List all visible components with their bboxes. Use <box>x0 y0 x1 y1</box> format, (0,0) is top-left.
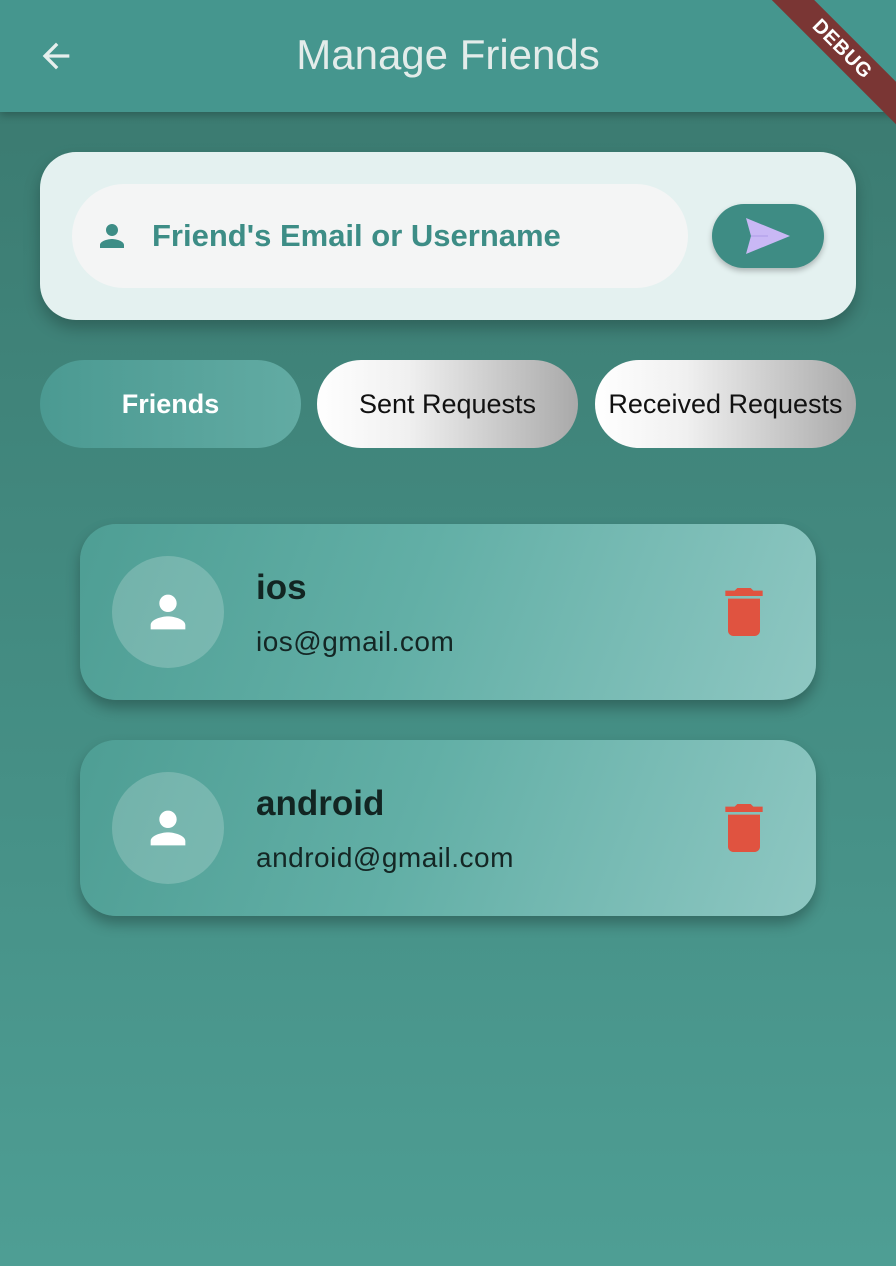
send-request-button[interactable] <box>712 204 824 268</box>
friend-search-input[interactable] <box>152 218 652 254</box>
page-title: Manage Friends <box>296 31 600 78</box>
tab-friends[interactable]: Friends <box>40 360 301 448</box>
trash-icon <box>725 588 763 636</box>
tab-received-requests[interactable]: Received Requests <box>595 360 856 448</box>
person-icon <box>150 594 186 630</box>
friend-name: ios <box>256 568 307 607</box>
tab-sent-requests[interactable]: Sent Requests <box>317 360 578 448</box>
delete-friend-button[interactable] <box>716 798 772 858</box>
tab-received-requests-label: Received Requests <box>608 388 843 419</box>
friend-email: android@gmail.com <box>256 842 514 873</box>
friend-list-item[interactable]: ios ios@gmail.com <box>80 524 816 700</box>
delete-friend-button[interactable] <box>716 582 772 642</box>
tab-sent-requests-label: Sent Requests <box>358 388 537 419</box>
app-bar: Manage Friends DEBUG <box>0 0 896 131</box>
friend-list-item[interactable]: android android@gmail.com <box>80 740 816 916</box>
avatar <box>112 772 224 884</box>
friend-name: android <box>256 784 385 823</box>
avatar <box>112 556 224 668</box>
person-icon <box>100 224 124 248</box>
trash-icon <box>725 804 763 852</box>
add-friend-card <box>40 152 856 320</box>
friend-email: ios@gmail.com <box>256 626 455 657</box>
send-icon <box>746 218 790 254</box>
person-icon <box>150 810 186 846</box>
search-field[interactable] <box>72 184 688 288</box>
tab-friends-label: Friends <box>121 388 220 419</box>
